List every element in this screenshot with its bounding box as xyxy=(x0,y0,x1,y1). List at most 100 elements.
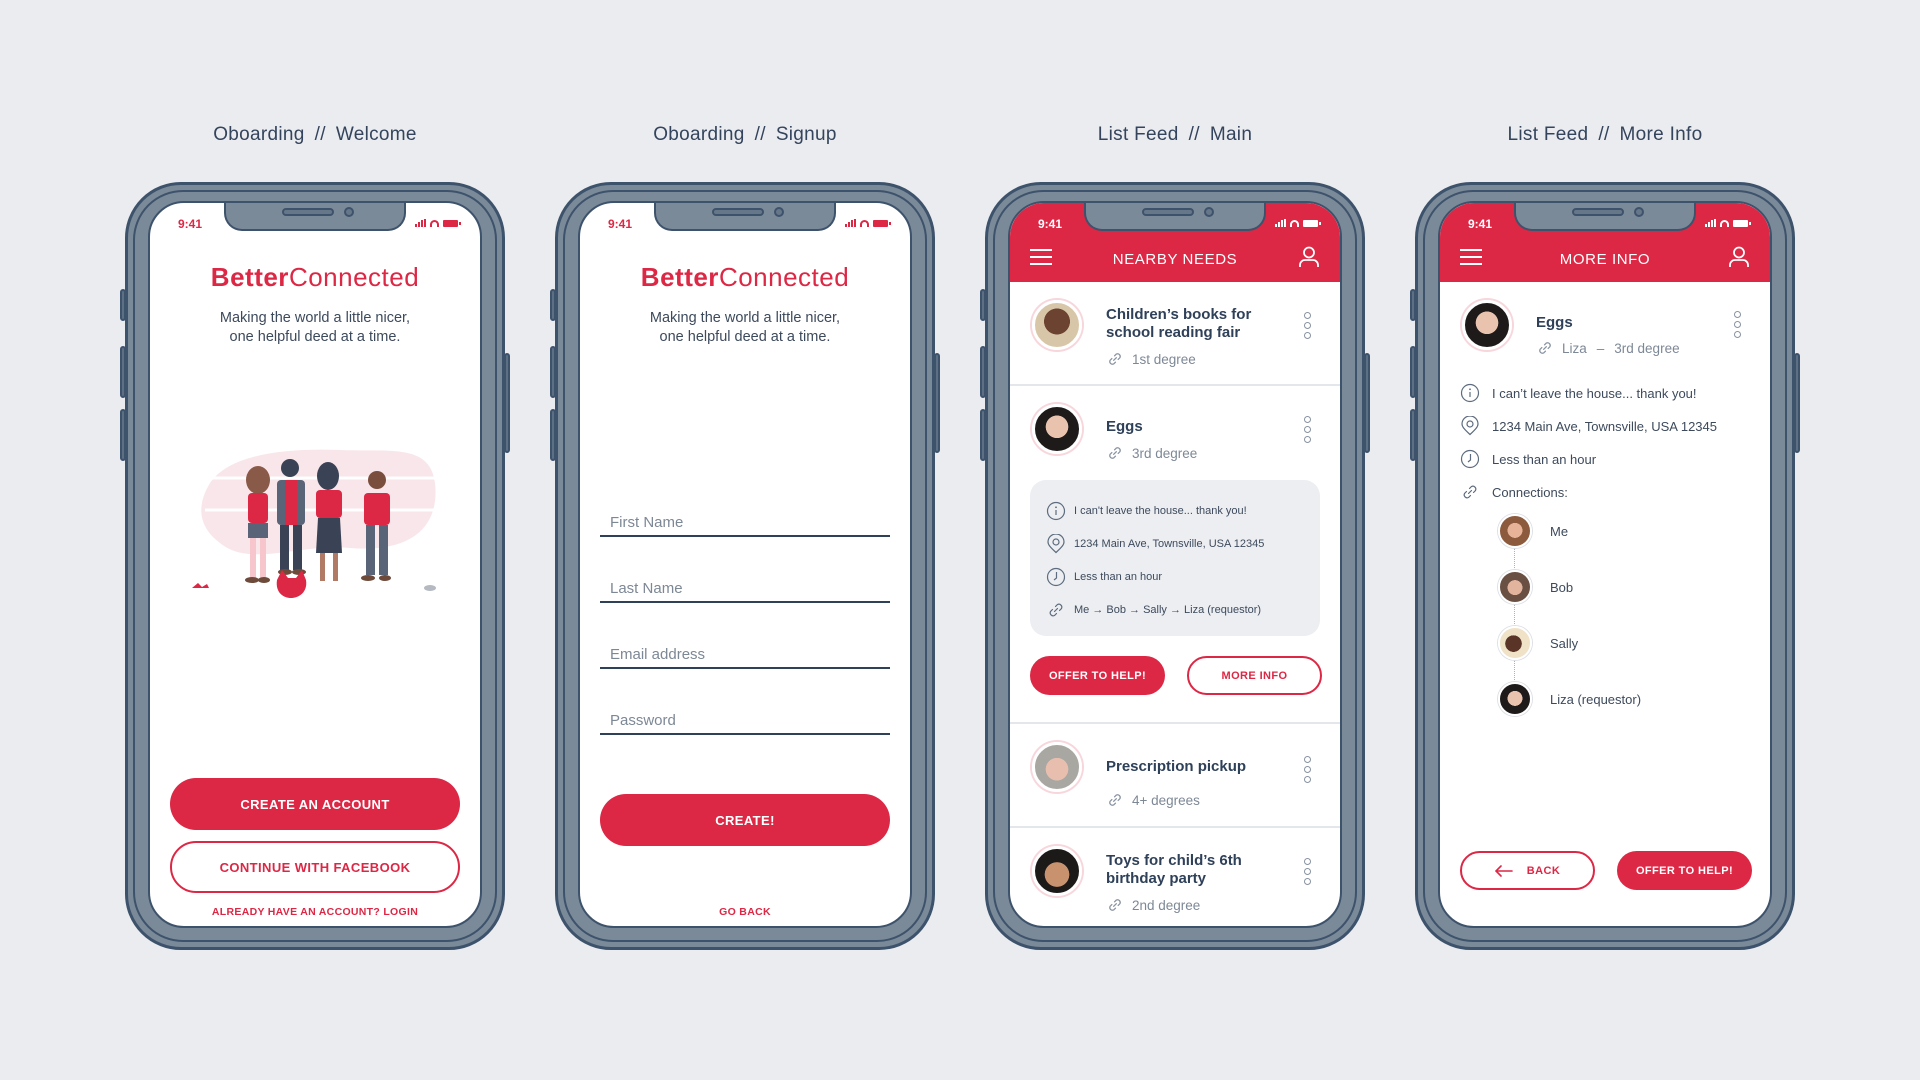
avatar xyxy=(1032,742,1082,792)
screen-title-signup: Oboarding//Signup xyxy=(653,124,837,145)
avatar xyxy=(1498,514,1532,548)
feed-item[interactable]: Prescription pickup 4+ degrees xyxy=(1010,724,1340,828)
last-name-field[interactable] xyxy=(600,563,890,603)
create-button[interactable]: CREATE! xyxy=(600,794,890,846)
password-input[interactable] xyxy=(600,695,890,733)
item-title: Children’s books for school reading fair xyxy=(1106,306,1252,341)
connection-item: Liza (requestor) xyxy=(1498,682,1641,716)
link-icon xyxy=(1460,482,1480,502)
profile-icon[interactable] xyxy=(1728,246,1750,268)
link-icon xyxy=(1536,339,1554,357)
password-field[interactable] xyxy=(600,695,890,735)
battery-icon xyxy=(1303,220,1321,227)
item-degree: 4+ degrees xyxy=(1106,791,1200,809)
phone-more-info: MORE INFO 9:41 Eggs Liza –3rd degree I ca… xyxy=(1410,182,1800,950)
wifi-icon xyxy=(1290,220,1299,227)
requestor-avatar xyxy=(1462,300,1512,350)
item-degree: 3rd degree xyxy=(1106,444,1197,462)
phone-signup: 9:41 BetterConnected Making the world a … xyxy=(550,182,940,950)
email-input[interactable] xyxy=(600,629,890,667)
link-icon xyxy=(1046,600,1066,620)
wifi-icon xyxy=(860,220,869,227)
link-icon xyxy=(1106,896,1124,914)
battery-icon xyxy=(443,220,461,227)
location-pin-icon xyxy=(1046,534,1066,554)
detail-note: I can’t leave the house... thank you! xyxy=(1460,383,1697,403)
more-options-icon[interactable] xyxy=(1734,311,1742,338)
link-icon xyxy=(1106,791,1124,809)
more-options-icon[interactable] xyxy=(1304,416,1312,443)
status-time: 9:41 xyxy=(1038,217,1063,231)
tagline: Making the world a little nicer, one help… xyxy=(219,310,411,345)
person-3 xyxy=(316,462,342,581)
continue-with-facebook-button[interactable]: CONTINUE WITH FACEBOOK xyxy=(170,841,460,893)
detail-chain: Me → Bob → Sally → Liza (requestor) xyxy=(1046,593,1320,626)
go-back-link[interactable]: GO BACK xyxy=(580,906,910,918)
item-details: I can't leave the house... thank you! 12… xyxy=(1030,480,1320,636)
location-pin-icon xyxy=(1460,416,1480,436)
item-degree: 2nd degree xyxy=(1106,896,1200,914)
more-info-button[interactable]: MORE INFO xyxy=(1187,656,1322,695)
connection-line xyxy=(1514,604,1515,628)
notch xyxy=(224,203,406,231)
person-1 xyxy=(245,466,270,583)
detail-address: 1234 Main Ave, Townsville, USA 12345 xyxy=(1046,527,1320,560)
header-title: NEARBY NEEDS xyxy=(1112,251,1238,268)
screen: MORE INFO 9:41 Eggs Liza –3rd degree I ca… xyxy=(1438,201,1772,928)
last-name-input[interactable] xyxy=(600,563,890,601)
login-link[interactable]: ALREADY HAVE AN ACCOUNT? LOGIN xyxy=(150,906,480,918)
signal-icon xyxy=(845,219,856,227)
connection-item: Bob xyxy=(1498,570,1573,604)
screen: 9:41 BetterConnected Making the world a … xyxy=(148,201,482,928)
offer-to-help-button[interactable]: OFFER TO HELP! xyxy=(1030,656,1165,695)
app-logo: BetterConnected xyxy=(640,262,850,292)
feed-item[interactable]: Children’s books for school reading fair … xyxy=(1010,282,1340,386)
more-options-icon[interactable] xyxy=(1304,312,1312,339)
screen-title-main: List Feed//Main xyxy=(1097,124,1253,145)
screen: 9:41 BetterConnected Making the world a … xyxy=(578,201,912,928)
item-title: Eggs xyxy=(1106,418,1143,435)
email-field[interactable] xyxy=(600,629,890,669)
item-title: Prescription pickup xyxy=(1106,758,1247,775)
avatar xyxy=(1498,570,1532,604)
status-time: 9:41 xyxy=(608,217,633,231)
first-name-field[interactable] xyxy=(600,497,890,537)
signal-icon xyxy=(1705,219,1716,227)
connection-line xyxy=(1514,660,1515,684)
requestor-degree: Liza –3rd degree xyxy=(1536,339,1682,357)
feed-item[interactable]: Toys for child’s 6th birthday party 2nd d… xyxy=(1010,828,1340,926)
detail-note: I can't leave the house... thank you! xyxy=(1046,494,1320,527)
more-options-icon[interactable] xyxy=(1304,858,1312,885)
profile-icon[interactable] xyxy=(1298,246,1320,268)
status-time: 9:41 xyxy=(178,217,203,231)
avatar xyxy=(1498,626,1532,660)
clock-icon xyxy=(1460,449,1480,469)
detail-time: Less than an hour xyxy=(1046,560,1320,593)
connection-item: Sally xyxy=(1498,626,1578,660)
create-account-button[interactable]: CREATE AN ACCOUNT xyxy=(170,778,460,830)
first-name-input[interactable] xyxy=(600,497,890,535)
tagline: Making the world a little nicer, one help… xyxy=(649,310,841,345)
avatar xyxy=(1032,404,1082,454)
feed-list: Children’s books for school reading fair … xyxy=(1010,282,1340,926)
wifi-icon xyxy=(430,220,439,227)
item-title: Toys for child’s 6th birthday party xyxy=(1106,852,1242,887)
phone-feed: NEARBY NEEDS 9:41 Children’s books for sc… xyxy=(980,182,1370,950)
offer-to-help-button[interactable]: OFFER TO HELP! xyxy=(1617,851,1752,890)
more-options-icon[interactable] xyxy=(1304,756,1312,783)
arrow-left-icon xyxy=(1494,864,1513,877)
info-icon xyxy=(1046,501,1066,521)
notch xyxy=(1514,203,1696,231)
notch xyxy=(1084,203,1266,231)
item-degree: 1st degree xyxy=(1106,350,1196,368)
app-logo: BetterConnected xyxy=(210,262,420,292)
back-button[interactable]: BACK xyxy=(1460,851,1595,890)
signal-icon xyxy=(415,219,426,227)
avatar xyxy=(1498,682,1532,716)
people-illustration xyxy=(192,449,440,598)
feed-item-expanded[interactable]: Eggs 3rd degree I can't leave the house.… xyxy=(1010,386,1340,724)
screen-title-welcome: Oboarding//Welcome xyxy=(213,124,417,145)
link-icon xyxy=(1106,444,1124,462)
header-title: MORE INFO xyxy=(1559,251,1651,268)
clock-icon xyxy=(1046,567,1066,587)
